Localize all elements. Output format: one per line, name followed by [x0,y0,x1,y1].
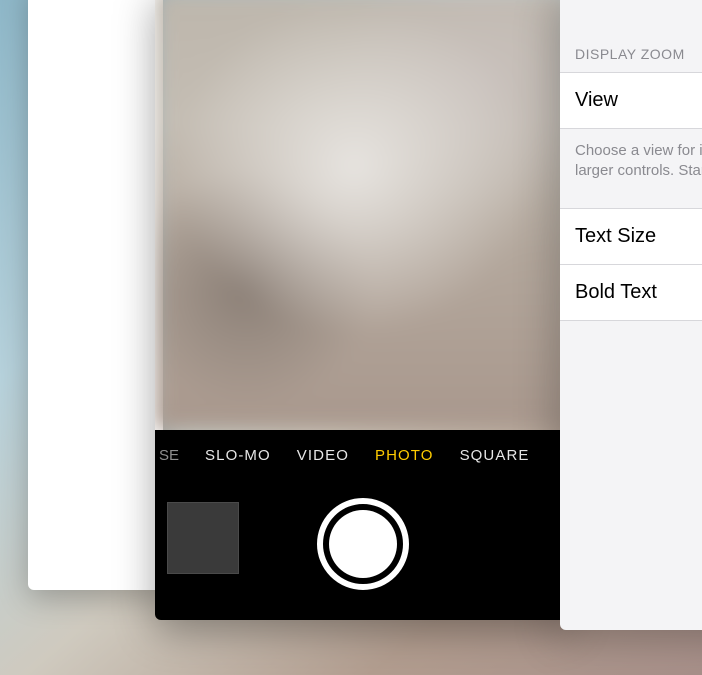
app-card-blank[interactable] [28,0,163,590]
camera-mode-slomo[interactable]: SLO-MO [205,447,271,464]
camera-mode-timelapse-partial[interactable]: SE [159,447,179,464]
app-card-camera[interactable]: SE SLO-MO VIDEO PHOTO SQUARE [155,0,570,620]
last-photo-thumbnail[interactable] [167,502,239,574]
camera-controls-bar: SE SLO-MO VIDEO PHOTO SQUARE [155,430,570,620]
camera-viewfinder [155,0,570,430]
camera-mode-video[interactable]: VIDEO [297,447,349,464]
settings-section-header-display-zoom: Display Zoom [560,0,702,72]
app-card-settings[interactable]: Display Zoom View Choose a view for iPho… [560,0,702,630]
settings-row-bold-text[interactable]: Bold Text [560,265,702,321]
camera-mode-strip: SE SLO-MO VIDEO PHOTO SQUARE [155,440,570,470]
settings-note-view: Choose a view for iPhone. Zoomed shows l… [560,129,702,208]
camera-mode-square[interactable]: SQUARE [460,447,530,464]
settings-row-view[interactable]: View [560,72,702,129]
shutter-button[interactable] [317,498,409,590]
shutter-button-inner [329,510,397,578]
camera-mode-photo[interactable]: PHOTO [375,447,434,464]
settings-row-text-size[interactable]: Text Size [560,208,702,265]
